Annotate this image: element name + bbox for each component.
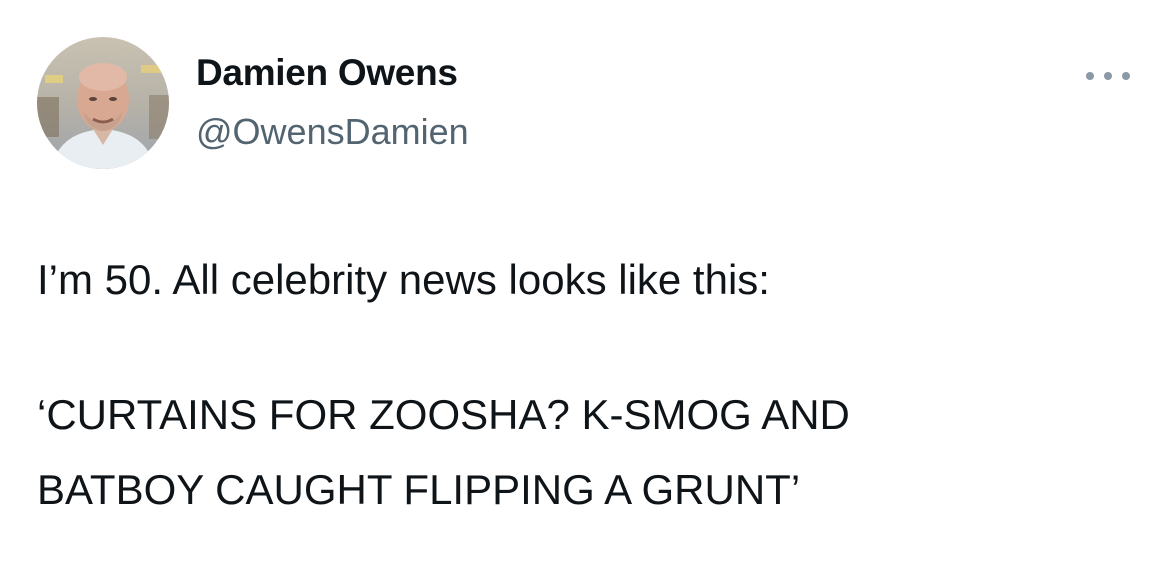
author-name[interactable]: Damien Owens [196,52,458,94]
avatar[interactable] [37,37,169,169]
dot [1104,72,1112,80]
avatar-photo [37,37,169,169]
author-handle[interactable]: @OwensDamien [196,111,469,153]
dot [1122,72,1130,80]
tweet-text-line: ‘CURTAINS FOR ZOOSHA? K-SMOG AND [37,391,850,438]
tweet-card: Damien Owens @OwensDamien I’m 50. All ce… [0,0,1170,565]
tweet-text-line: I’m 50. All celebrity news looks like th… [37,256,770,303]
dot [1086,72,1094,80]
more-options-icon[interactable] [1086,64,1130,88]
tweet-text-line: BATBOY CAUGHT FLIPPING A GRUNT’ [37,466,801,513]
